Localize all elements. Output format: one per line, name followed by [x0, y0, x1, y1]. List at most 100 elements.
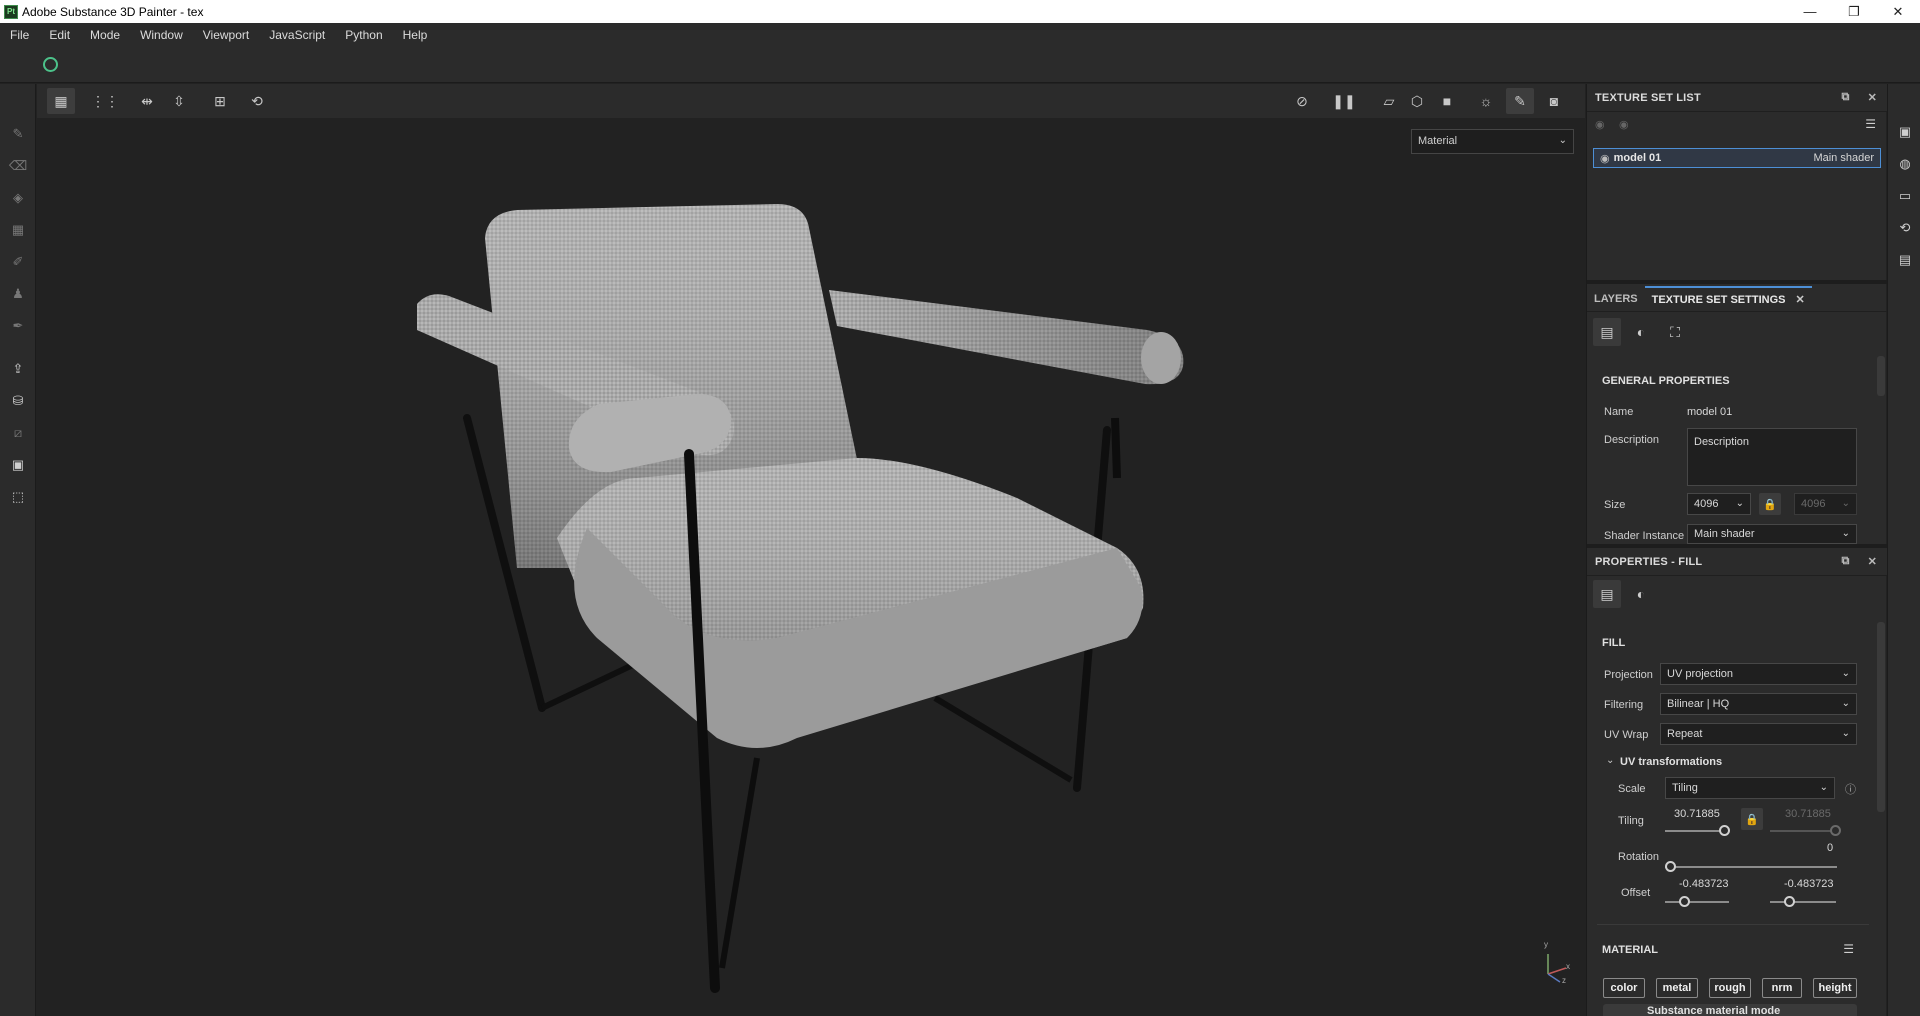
eye-icon[interactable]: ◉: [1600, 152, 1610, 165]
projection-select[interactable]: UV projection ⌄: [1660, 663, 1857, 685]
shader-ball-icon[interactable]: ◐: [1627, 318, 1655, 346]
uv-tools-icon[interactable]: ⬚: [10, 489, 26, 505]
offset-slider-handle[interactable]: [1679, 896, 1690, 907]
maximize-button[interactable]: ❐: [1832, 0, 1876, 23]
visibility-all-icon[interactable]: ◉: [1595, 118, 1605, 131]
tab-layers[interactable]: LAYERS: [1587, 286, 1645, 312]
material-picker-icon[interactable]: ⛁: [10, 393, 26, 409]
symmetry-x-icon[interactable]: ⇹: [133, 88, 161, 114]
menu-javascript[interactable]: JavaScript: [259, 28, 335, 42]
visibility-toggle-icon[interactable]: ◉: [1619, 118, 1629, 131]
close-window-button[interactable]: ✕: [1876, 0, 1920, 23]
shader-ball-icon[interactable]: ◐: [1627, 580, 1655, 608]
menu-mode[interactable]: Mode: [80, 28, 130, 42]
chevron-down-icon: ⌄: [1841, 698, 1850, 709]
texture-set-row[interactable]: ◉ model 01 Main shader: [1593, 148, 1881, 168]
uv-crop-icon[interactable]: ⛶: [1661, 318, 1689, 346]
settings-scrollbar[interactable]: [1877, 356, 1885, 396]
filtering-value: Bilinear | HQ: [1667, 698, 1730, 710]
chevron-down-icon: ⌄: [1841, 528, 1850, 539]
history-icon[interactable]: ⟲: [243, 88, 271, 114]
bake-icon[interactable]: ⇪: [10, 361, 26, 377]
light-icon[interactable]: ☼: [1472, 88, 1500, 114]
settings-sheet-icon[interactable]: ▤: [1593, 318, 1621, 346]
name-value[interactable]: model 01: [1687, 406, 1732, 418]
uv-transformations-title[interactable]: UV transformations: [1620, 756, 1722, 768]
close-panel-icon[interactable]: ✕: [1868, 555, 1877, 568]
symmetry-y-icon[interactable]: ⇳: [165, 88, 193, 114]
close-tab-icon[interactable]: ✕: [1795, 293, 1804, 306]
3d-view-icon[interactable]: ⬡: [1403, 88, 1431, 114]
log-icon[interactable]: ▤: [1897, 252, 1913, 268]
shader-instance-select[interactable]: Main shader ⌄: [1687, 524, 1857, 544]
viewport-3d[interactable]: [37, 118, 1585, 1016]
menu-file[interactable]: File: [0, 28, 39, 42]
uvwrap-select[interactable]: Repeat ⌄: [1660, 723, 1857, 745]
channel-nrm-button[interactable]: nrm: [1762, 978, 1802, 998]
tiling-lock-icon[interactable]: 🔒: [1741, 808, 1763, 830]
float-panel-icon[interactable]: ⧉: [1842, 91, 1850, 104]
tiling-slider[interactable]: [1665, 830, 1725, 832]
size-select[interactable]: 4096 ⌄: [1687, 493, 1751, 515]
menu-window[interactable]: Window: [130, 28, 193, 42]
shader-settings-icon[interactable]: ◍: [1897, 156, 1913, 172]
eraser-icon[interactable]: ⌫: [9, 158, 27, 174]
sync-icon[interactable]: [43, 57, 58, 72]
color-picker-icon[interactable]: ✒: [10, 318, 26, 334]
texture-set-icon[interactable]: ▣: [10, 457, 26, 473]
channel-rough-button[interactable]: rough: [1709, 978, 1751, 998]
settings-sheet-icon[interactable]: ▤: [1593, 580, 1621, 608]
geometry-mask-icon[interactable]: ▦: [10, 222, 26, 238]
add-frame-icon[interactable]: ⊞: [206, 88, 234, 114]
paint-brush-icon[interactable]: ✎: [10, 126, 26, 142]
rotation-slider[interactable]: [1665, 866, 1837, 868]
grid-view-icon[interactable]: ▦: [47, 88, 75, 114]
material-menu-icon[interactable]: ☰: [1843, 942, 1854, 956]
rotation-slider-handle[interactable]: [1665, 861, 1676, 872]
menu-edit[interactable]: Edit: [39, 28, 80, 42]
properties-scrollbar[interactable]: [1877, 622, 1885, 812]
rotation-label: Rotation: [1618, 851, 1659, 863]
substance-material-mode-bar[interactable]: Substance material mode: [1603, 1004, 1857, 1016]
chevron-down-icon[interactable]: ⌄: [1606, 755, 1614, 766]
rotation-value: 0: [1827, 842, 1834, 854]
shelf-icon[interactable]: ▭: [1897, 188, 1913, 204]
offset-slider-secondary[interactable]: [1770, 901, 1836, 903]
2d-view-icon[interactable]: ▱: [1375, 88, 1403, 114]
filtering-select[interactable]: Bilinear | HQ ⌄: [1660, 693, 1857, 715]
channel-height-button[interactable]: height: [1813, 978, 1857, 998]
pause-icon[interactable]: ❚❚: [1330, 88, 1358, 114]
scale-label: Scale: [1618, 783, 1646, 795]
paint-mode-icon[interactable]: ✎: [1506, 88, 1534, 114]
minimize-button[interactable]: —: [1788, 0, 1832, 23]
grid-options-icon[interactable]: ⋮⋮: [91, 88, 119, 114]
channel-color-button[interactable]: color: [1603, 978, 1645, 998]
clone-stamp-icon[interactable]: ♟: [10, 286, 26, 302]
polygon-fill-icon[interactable]: ⧄: [10, 425, 26, 441]
menu-viewport[interactable]: Viewport: [193, 28, 259, 42]
offset-slider-secondary-handle[interactable]: [1784, 896, 1795, 907]
smudge-icon[interactable]: ✐: [10, 254, 26, 270]
display-settings-icon[interactable]: ▣: [1897, 124, 1913, 140]
float-panel-icon[interactable]: ⧉: [1842, 555, 1850, 568]
close-panel-icon[interactable]: ✕: [1868, 91, 1877, 104]
camera-icon[interactable]: ■: [1433, 88, 1461, 114]
projection-icon[interactable]: ◈: [10, 190, 26, 206]
scale-select[interactable]: Tiling ⌄: [1665, 777, 1835, 799]
menu-help[interactable]: Help: [393, 28, 438, 42]
offset-slider[interactable]: [1665, 901, 1729, 903]
hide-icon[interactable]: ⊘: [1288, 88, 1316, 114]
tab-texture-set-settings[interactable]: TEXTURE SET SETTINGS ✕: [1644, 285, 1812, 312]
size-lock-icon[interactable]: 🔒: [1759, 493, 1781, 515]
list-menu-icon[interactable]: ☰: [1865, 117, 1876, 131]
menu-python[interactable]: Python: [335, 28, 392, 42]
channel-metal-button[interactable]: metal: [1656, 978, 1698, 998]
description-label: Description: [1604, 434, 1660, 446]
tiling-slider-handle[interactable]: [1719, 825, 1730, 836]
viewport-mode-select[interactable]: Material ⌄: [1411, 129, 1574, 154]
axis-z-label: z: [1562, 976, 1566, 985]
screenshot-icon[interactable]: ◙: [1540, 88, 1568, 114]
info-icon[interactable]: ⓘ: [1845, 781, 1856, 797]
description-field[interactable]: Description: [1687, 428, 1857, 486]
history-icon[interactable]: ⟲: [1897, 220, 1913, 236]
